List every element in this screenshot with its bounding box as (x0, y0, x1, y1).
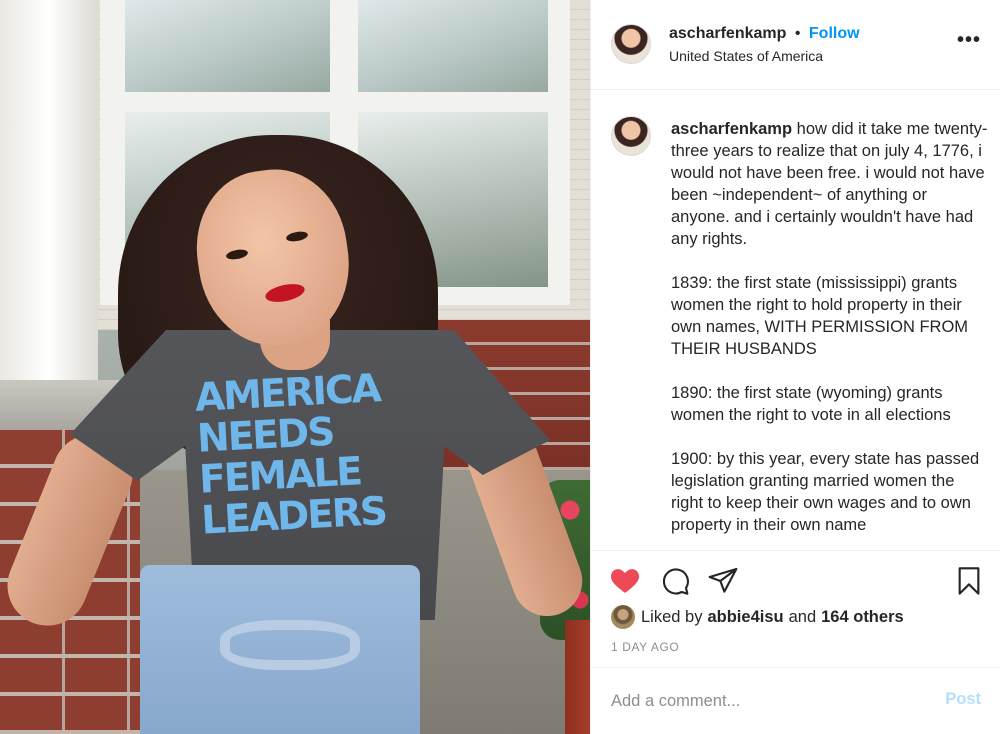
post-photo[interactable]: AMERICA NEEDS FEMALE LEADERS (0, 0, 590, 734)
comment-input[interactable] (611, 686, 931, 716)
comment-button[interactable] (659, 565, 691, 597)
follow-button[interactable]: Follow (809, 25, 860, 42)
shirt-print: AMERICA NEEDS FEMALE LEADERS (194, 366, 422, 543)
caption-paragraph: 1900: by this year, every state has pass… (671, 450, 980, 534)
likes-conjunction: and (788, 607, 817, 626)
comment-bar: Post (591, 667, 1000, 734)
caption-username[interactable]: ascharfenkamp (671, 120, 792, 138)
likes-summary: Liked by abbie4isu and 164 others (611, 604, 909, 630)
likes-others-link[interactable]: 164 others (821, 608, 904, 627)
caption-paragraph: 1890: the first state (wyoming) grants w… (671, 384, 951, 424)
like-button[interactable] (609, 565, 641, 597)
save-button[interactable] (953, 565, 985, 597)
window-pane (358, 0, 548, 92)
instagram-post: AMERICA NEEDS FEMALE LEADERS ascharfenka… (0, 0, 1000, 734)
liker-username[interactable]: abbie4isu (707, 608, 783, 627)
heart-filled-icon (611, 569, 639, 593)
caption-paragraph: 1839: the first state (mississippi) gran… (671, 274, 969, 358)
action-bar (591, 550, 1000, 610)
caption-scroll-area[interactable]: ascharfenkamp how did it take me twenty-… (591, 90, 1000, 548)
liker-avatar[interactable] (611, 605, 635, 629)
window-pane (125, 0, 330, 92)
post-location[interactable]: United States of America (669, 48, 823, 64)
jeans-belt-tie (220, 620, 360, 670)
author-avatar[interactable] (611, 24, 651, 64)
flower-pot (565, 620, 590, 734)
post-caption: ascharfenkamp how did it take me twenty-… (671, 118, 989, 548)
author-line: ascharfenkamp • Follow (669, 25, 860, 43)
speech-bubble-icon (662, 568, 689, 595)
share-button[interactable] (707, 565, 739, 597)
post-comment-button[interactable]: Post (945, 690, 981, 709)
caption-paragraph: ascharfenkamp how did it take me twenty-… (671, 118, 989, 250)
caption-text: how did it take me twenty-three years to… (671, 120, 988, 248)
post-timestamp[interactable]: 1 DAY AGO (611, 640, 679, 654)
likes-prefix: Liked by (641, 607, 703, 626)
porch-column (0, 0, 98, 390)
post-side-panel: ascharfenkamp • Follow United States of … (590, 0, 1000, 734)
bookmark-icon (958, 567, 980, 595)
author-username[interactable]: ascharfenkamp (669, 25, 786, 42)
caption-author-avatar[interactable] (611, 116, 651, 156)
paper-plane-icon (708, 567, 738, 593)
post-header: ascharfenkamp • Follow United States of … (591, 0, 1000, 90)
more-options-icon[interactable]: ••• (957, 30, 981, 50)
separator-dot: • (794, 25, 801, 42)
